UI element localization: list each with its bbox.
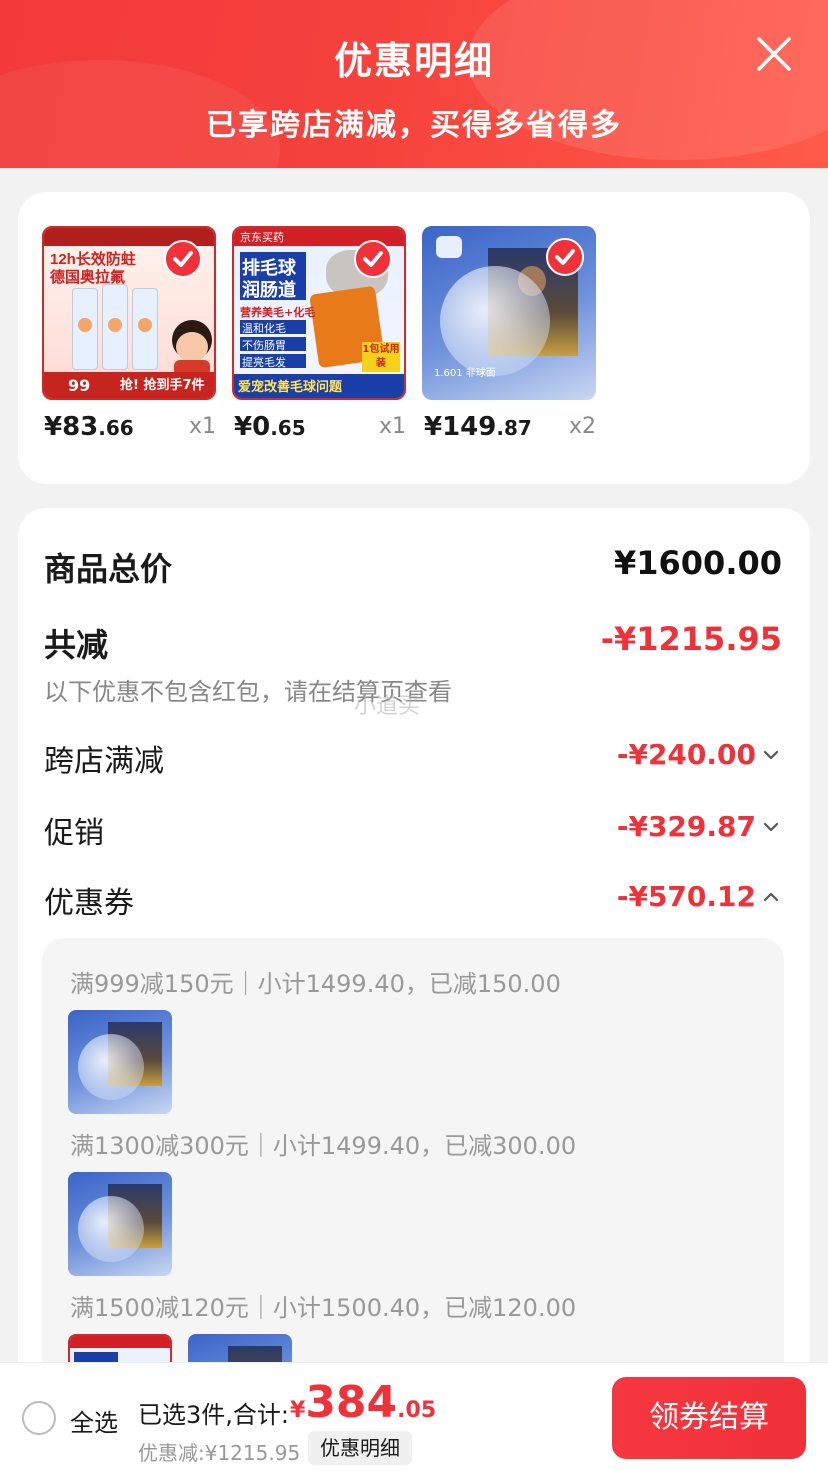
close-icon[interactable] bbox=[756, 36, 792, 72]
selected-products-card: 12h长效防蛀 德国奥拉氟 99 抢! 抢到手7件 ¥83.66 x1 京东买药… bbox=[18, 192, 810, 484]
product-image-text: 润肠道 bbox=[242, 280, 296, 301]
saved-amount: 优惠减:¥1215.95 bbox=[138, 1441, 301, 1465]
coupon-value[interactable]: -¥570.12 bbox=[617, 880, 756, 913]
cross-store-value[interactable]: -¥240.00 bbox=[617, 738, 756, 771]
chevron-down-icon[interactable] bbox=[762, 818, 780, 836]
total-price-label: 商品总价 bbox=[44, 550, 173, 588]
product-image[interactable]: 1.601 非球面 bbox=[422, 226, 596, 400]
discount-detail-card: 商品总价 ¥1600.00 共减 -¥1215.95 以下优惠不包含红包，请在结… bbox=[18, 508, 810, 1471]
product-image-text: 不伤肠胃 bbox=[242, 339, 286, 352]
price-integer: ¥83 bbox=[44, 412, 99, 442]
chevron-down-icon[interactable] bbox=[762, 746, 780, 764]
dialog-title: 优惠明细 bbox=[333, 39, 494, 83]
select-all-label[interactable]: 全选 bbox=[70, 1403, 118, 1438]
product-price-row: ¥0.65 x1 bbox=[232, 412, 406, 448]
watermark: 小道买 bbox=[354, 694, 421, 719]
checked-icon[interactable] bbox=[164, 240, 202, 278]
dialog-subtitle: 已享跨店满减，买得多省得多 bbox=[206, 108, 622, 143]
price-decimal: .87 bbox=[496, 416, 532, 440]
checkout-button[interactable]: 领券结算 bbox=[612, 1377, 806, 1459]
total-price: ¥384.05 bbox=[290, 1377, 436, 1428]
checked-icon[interactable] bbox=[546, 238, 584, 276]
product-image-text: 1包试用装 bbox=[362, 342, 400, 372]
dialog-header: 优惠明细 已享跨店满减，买得多省得多 bbox=[0, 0, 828, 168]
product-price: ¥83.66 bbox=[44, 412, 134, 442]
product-image-text: 温和化毛 bbox=[242, 322, 286, 335]
promotion-label[interactable]: 促销 bbox=[44, 808, 104, 852]
product-image-text: 提亮毛发 bbox=[242, 356, 286, 369]
checked-icon[interactable] bbox=[354, 240, 392, 278]
product-quantity: x2 bbox=[568, 414, 596, 439]
product-item[interactable]: 12h长效防蛀 德国奥拉氟 99 抢! 抢到手7件 ¥83.66 x1 bbox=[42, 226, 216, 442]
product-price-row: ¥149.87 x2 bbox=[422, 412, 596, 448]
price-integer: ¥149 bbox=[424, 412, 497, 442]
product-price: ¥0.65 bbox=[234, 412, 306, 442]
product-image[interactable]: 京东买药 排毛球 润肠道 营养美毛+化毛 温和化毛 不伤肠胃 提亮毛发 爱宠改善… bbox=[232, 226, 406, 400]
promotion-value[interactable]: -¥329.87 bbox=[617, 810, 756, 843]
checkout-bar: 全选 已选3件,合计: ¥384.05 优惠减:¥1215.95 优惠明细 领券… bbox=[0, 1362, 828, 1471]
price-decimal: .66 bbox=[98, 416, 134, 440]
total-currency: ¥ bbox=[290, 1398, 306, 1423]
total-price-value: ¥1600.00 bbox=[613, 544, 782, 582]
product-item[interactable]: 京东买药 排毛球 润肠道 营养美毛+化毛 温和化毛 不伤肠胃 提亮毛发 爱宠改善… bbox=[232, 226, 406, 442]
product-image-text: 营养美毛+化毛 bbox=[240, 306, 316, 319]
discount-detail-link[interactable]: 优惠明细 bbox=[308, 1431, 412, 1465]
coupon-product-thumb[interactable] bbox=[68, 1010, 172, 1114]
product-image-text: 爱宠改善毛球问题 bbox=[238, 380, 343, 395]
product-quantity: x1 bbox=[378, 414, 406, 439]
product-image-text: 99 bbox=[68, 376, 91, 395]
price-decimal: .65 bbox=[270, 416, 306, 440]
chevron-up-icon[interactable] bbox=[762, 888, 780, 906]
price-integer: ¥0 bbox=[234, 412, 271, 442]
total-decimal: .05 bbox=[397, 1398, 437, 1423]
coupon-label[interactable]: 优惠券 bbox=[44, 878, 134, 922]
product-image-text: 1.601 非球面 bbox=[434, 368, 496, 379]
total-reduce-value: -¥1215.95 bbox=[600, 620, 782, 658]
product-quantity: x1 bbox=[188, 414, 216, 439]
product-image[interactable]: 12h长效防蛀 德国奥拉氟 99 抢! 抢到手7件 bbox=[42, 226, 216, 400]
total-integer: 384 bbox=[305, 1377, 398, 1428]
coupon-rule-line: 满1500减120元｜小计1500.40，已减120.00 bbox=[70, 1294, 577, 1322]
coupon-rule-line: 满999减150元｜小计1499.40，已减150.00 bbox=[70, 970, 561, 998]
cross-store-label[interactable]: 跨店满减 bbox=[44, 736, 164, 780]
select-all-radio[interactable] bbox=[22, 1401, 56, 1435]
product-item[interactable]: 1.601 非球面 ¥149.87 x2 bbox=[422, 226, 596, 442]
product-price: ¥149.87 bbox=[424, 412, 532, 442]
selected-count-text: 已选3件,合计: bbox=[138, 1401, 289, 1429]
coupon-rule-line: 满1300减300元｜小计1499.40，已减300.00 bbox=[70, 1132, 577, 1160]
product-price-row: ¥83.66 x1 bbox=[42, 412, 216, 448]
product-image-text: 抢! 抢到手7件 bbox=[120, 378, 205, 393]
coupon-product-thumb[interactable] bbox=[68, 1172, 172, 1276]
product-image-text: 京东买药 bbox=[240, 231, 284, 244]
total-reduce-label: 共减 bbox=[44, 626, 109, 664]
